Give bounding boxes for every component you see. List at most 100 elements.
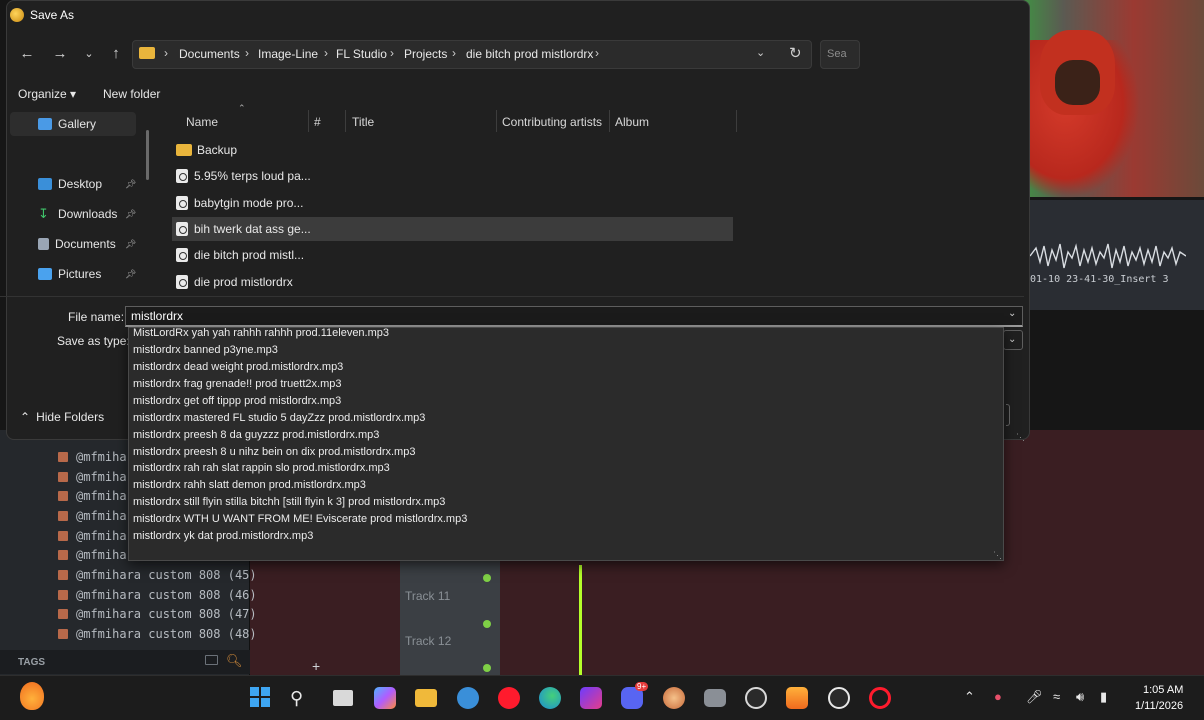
breadcrumb-separator[interactable]: › [595, 46, 599, 60]
column-divider[interactable] [736, 110, 737, 132]
fl-studio-icon[interactable] [786, 687, 808, 709]
file-row[interactable]: die prod mistlordrx [172, 270, 733, 294]
copilot-icon[interactable] [374, 687, 396, 709]
volume-icon[interactable]: 🔊︎ [1076, 689, 1084, 705]
column-divider[interactable] [345, 110, 346, 132]
autocomplete-item[interactable]: mistlordrx mastered FL studio 5 dayZzz p… [133, 412, 425, 429]
search-input[interactable]: Sea [820, 40, 860, 69]
browser-item[interactable]: @mfmihara custom 808 (47) [58, 605, 257, 623]
breadcrumb-separator[interactable]: › [324, 46, 328, 60]
breadcrumb-item[interactable]: die bitch prod mistlordrx [466, 47, 593, 61]
audio-file-icon [58, 609, 68, 619]
column-header-number[interactable]: # [314, 115, 321, 129]
character-icon[interactable] [663, 687, 685, 709]
autocomplete-item[interactable]: mistlordrx get off tippp prod mistlordrx… [133, 395, 341, 412]
column-header-contributing-artists[interactable]: Contributing artists [502, 115, 602, 129]
breadcrumb-separator[interactable]: › [390, 46, 394, 60]
breadcrumb-separator[interactable]: › [245, 46, 249, 60]
microphone-icon[interactable]: 🎤︎ [1026, 689, 1043, 705]
column-divider[interactable] [496, 110, 497, 132]
up-arrow-icon[interactable]: ↑ [106, 44, 126, 64]
autocomplete-item[interactable]: mistlordrx WTH U WANT FROM ME! Eviscerat… [133, 513, 467, 530]
task-view-icon[interactable] [333, 690, 353, 706]
autocomplete-item[interactable]: mistlordrx still flyin stilla bitchh [st… [133, 496, 445, 513]
column-divider[interactable] [609, 110, 610, 132]
column-divider[interactable] [308, 110, 309, 132]
browser-item[interactable]: @mfmihara custom 808 (45) [58, 566, 257, 584]
show-hidden-icons-chevron-icon[interactable]: ⌃ [964, 689, 975, 705]
widgets-flame-icon[interactable] [20, 682, 44, 710]
autocomplete-item[interactable]: mistlordrx rah rah slat rappin slo prod.… [133, 462, 390, 479]
camera-icon[interactable] [704, 689, 726, 707]
track-mute-indicator[interactable] [483, 620, 491, 628]
column-header-title[interactable]: Title [352, 115, 374, 129]
file-row[interactable]: die bitch prod mistl... [172, 243, 733, 267]
breadcrumb-item[interactable]: Image-Line [258, 47, 318, 61]
autocomplete-item[interactable]: mistlordrx preesh 8 da guyzzz prod.mistl… [133, 429, 379, 446]
autocomplete-item[interactable]: mistlordrx dead weight prod.mistlordrx.m… [133, 361, 343, 378]
forward-arrow-icon[interactable]: → [50, 44, 70, 64]
autocomplete-item[interactable]: mistlordrx rahh slatt demon prod.mistlor… [133, 479, 366, 496]
track-label[interactable]: Track 12 [405, 634, 451, 648]
nav-pane-scrollbar[interactable] [146, 130, 149, 180]
clock-time[interactable]: 1:05 AM [1143, 684, 1183, 696]
chevron-up-icon: ⌃ [20, 410, 31, 424]
tray-app-icon[interactable]: ● [994, 689, 1002, 704]
chevron-down-icon[interactable]: ⌄ [1008, 308, 1016, 319]
resize-grip-icon[interactable]: ⋱ [1016, 432, 1025, 443]
nav-item-desktop[interactable]: Desktop [38, 173, 102, 195]
nav-item-downloads[interactable]: ↧ Downloads [38, 203, 117, 225]
organize-menu-button[interactable]: Organize ▾ [18, 87, 76, 101]
refresh-icon[interactable]: ↻ [789, 44, 802, 62]
edge-icon[interactable] [539, 687, 561, 709]
file-name-input[interactable] [125, 306, 1023, 327]
wifi-icon[interactable]: ≈ [1053, 689, 1060, 704]
breadcrumb-separator[interactable]: › [452, 46, 456, 60]
windows-start-icon[interactable] [249, 686, 271, 708]
chevron-down-icon[interactable]: ⌄ [1008, 334, 1016, 345]
track-mute-indicator[interactable] [483, 574, 491, 582]
file-row-folder[interactable]: Backup [172, 138, 733, 162]
clock-date[interactable]: 1/11/2026 [1135, 700, 1183, 712]
media-player-icon[interactable] [828, 687, 850, 709]
file-row[interactable]: 5.95% terps loud pa... [172, 164, 733, 188]
back-arrow-icon[interactable]: ← [17, 44, 37, 64]
column-header-name[interactable]: Name [186, 115, 218, 129]
nav-item-documents[interactable]: Documents [38, 233, 116, 255]
autocomplete-item[interactable]: mistlordrx yk dat prod.mistlordrx.mp3 [133, 530, 313, 547]
add-track-button[interactable]: + [312, 658, 320, 674]
obs-icon[interactable] [745, 687, 767, 709]
recent-locations-chevron-icon[interactable]: ⌄ [79, 44, 99, 64]
hide-folders-button[interactable]: ⌃ Hide Folders [20, 410, 104, 424]
new-folder-button[interactable]: New folder [103, 87, 160, 101]
breadcrumb-item[interactable]: FL Studio [336, 47, 387, 61]
search-icon[interactable]: 🔍︎ [226, 653, 243, 668]
browser-item[interactable]: @mfmihara custom 808 (46) [58, 586, 257, 604]
track-mute-indicator[interactable] [483, 664, 491, 672]
autocomplete-item[interactable]: mistlordrx banned p3yne.mp3 [133, 344, 278, 361]
media-icon[interactable] [580, 687, 602, 709]
track-label[interactable]: Track 11 [405, 589, 450, 603]
search-icon[interactable]: ⚲ [290, 687, 312, 709]
app-icon[interactable] [457, 687, 479, 709]
folder-icon[interactable] [205, 655, 218, 665]
autocomplete-item[interactable]: mistlordrx preesh 8 u nihz bein on dix p… [133, 446, 415, 463]
resize-grip-icon[interactable]: ⋱ [993, 550, 1002, 561]
breadcrumb-item[interactable]: Documents [179, 47, 240, 61]
playhead[interactable] [579, 565, 582, 675]
column-header-album[interactable]: Album [615, 115, 649, 129]
autocomplete-item[interactable]: MistLordRx yah yah rahhh rahhh prod.11el… [133, 327, 389, 344]
file-explorer-icon[interactable] [415, 689, 437, 707]
breadcrumb-item[interactable]: Projects [404, 47, 447, 61]
cancel-button-edge[interactable] [1006, 404, 1010, 426]
browser-item[interactable]: @mfmihara custom 808 (48) [58, 625, 257, 643]
file-row[interactable]: babytgin mode pro... [172, 191, 733, 215]
battery-icon[interactable]: ▮ [1100, 689, 1107, 705]
autocomplete-item[interactable]: mistlordrx frag grenade!! prod truett2x.… [133, 378, 341, 395]
nav-item-gallery[interactable]: Gallery [38, 113, 96, 135]
opera-gx-icon[interactable] [869, 687, 891, 709]
opera-icon[interactable] [498, 687, 520, 709]
file-row-selected[interactable]: bih twerk dat ass ge... [172, 217, 733, 241]
address-history-chevron-icon[interactable]: ⌄ [756, 46, 765, 59]
nav-item-pictures[interactable]: Pictures [38, 263, 101, 285]
